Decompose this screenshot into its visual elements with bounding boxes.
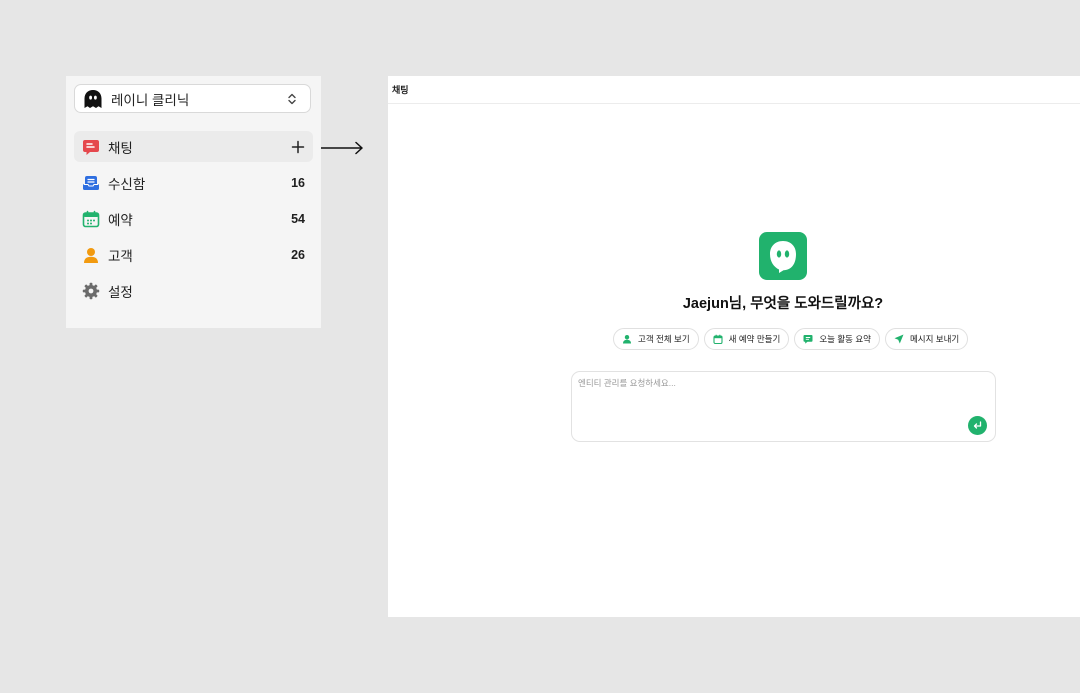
inbox-icon: [82, 174, 100, 192]
chip-view-all-customers[interactable]: 고객 전체 보기: [613, 328, 699, 350]
arrow-right-icon: [321, 141, 363, 155]
chat-header: 채팅: [388, 76, 1080, 104]
sidebar-item-label: 고객: [108, 248, 133, 264]
chip-label: 고객 전체 보기: [638, 334, 690, 344]
chip-new-reservation[interactable]: 새 예약 만들기: [703, 328, 790, 350]
chip-today-summary[interactable]: 오늘 활동 요약: [794, 328, 880, 350]
chat-panel: 채팅 Jaejun님, 무엇을 도와드릴까요? 고객 전체 보기 새 예약 만들…: [388, 76, 1080, 617]
sidebar: 레이니 클리닉 채팅 수신함 16 예약 54 고객 26 설정: [66, 76, 321, 328]
sidebar-item-settings[interactable]: 설정: [74, 275, 313, 306]
ghost-logo-icon: [759, 232, 807, 280]
calendar-icon: [713, 334, 723, 344]
chat-input[interactable]: [578, 378, 958, 388]
customers-count: 26: [291, 247, 305, 262]
suggestion-chips: 고객 전체 보기 새 예약 만들기 오늘 활동 요약 메시지 보내기: [613, 328, 969, 350]
chip-send-message[interactable]: 메시지 보내기: [884, 328, 969, 350]
chip-label: 새 예약 만들기: [728, 334, 781, 344]
inbox-count: 16: [291, 175, 305, 190]
workspace-switcher[interactable]: 레이니 클리닉: [74, 84, 311, 113]
person-icon: [82, 246, 100, 264]
chip-label: 메시지 보내기: [909, 334, 960, 344]
ghost-avatar-icon: [83, 89, 103, 109]
send-icon: [894, 334, 904, 344]
sidebar-item-label: 채팅: [108, 140, 133, 156]
sidebar-item-label: 예약: [108, 212, 133, 228]
sidebar-item-reservations[interactable]: 예약 54: [74, 203, 313, 234]
chip-label: 오늘 활동 요약: [819, 334, 871, 344]
sidebar-item-label: 설정: [108, 284, 133, 300]
sidebar-item-label: 수신함: [108, 176, 146, 192]
calendar-icon: [82, 210, 100, 228]
page-title: 채팅: [392, 85, 409, 95]
chevron-up-down-icon: [284, 91, 300, 107]
chat-composer: [571, 371, 996, 442]
sidebar-item-inbox[interactable]: 수신함 16: [74, 167, 313, 198]
sidebar-nav: 채팅 수신함 16 예약 54 고객 26 설정: [74, 131, 313, 311]
workspace-name: 레이니 클리닉: [111, 92, 190, 108]
sidebar-item-customers[interactable]: 고객 26: [74, 239, 313, 270]
chat-icon: [82, 138, 100, 156]
enter-icon: [972, 420, 983, 431]
plus-icon[interactable]: [291, 140, 305, 154]
message-icon: [803, 334, 813, 344]
sidebar-item-chat[interactable]: 채팅: [74, 131, 313, 162]
reservations-count: 54: [291, 211, 305, 226]
person-icon: [622, 334, 632, 344]
gear-icon: [82, 282, 100, 300]
greeting-heading: Jaejun님, 무엇을 도와드릴까요?: [682, 296, 884, 312]
send-button[interactable]: [968, 416, 987, 435]
